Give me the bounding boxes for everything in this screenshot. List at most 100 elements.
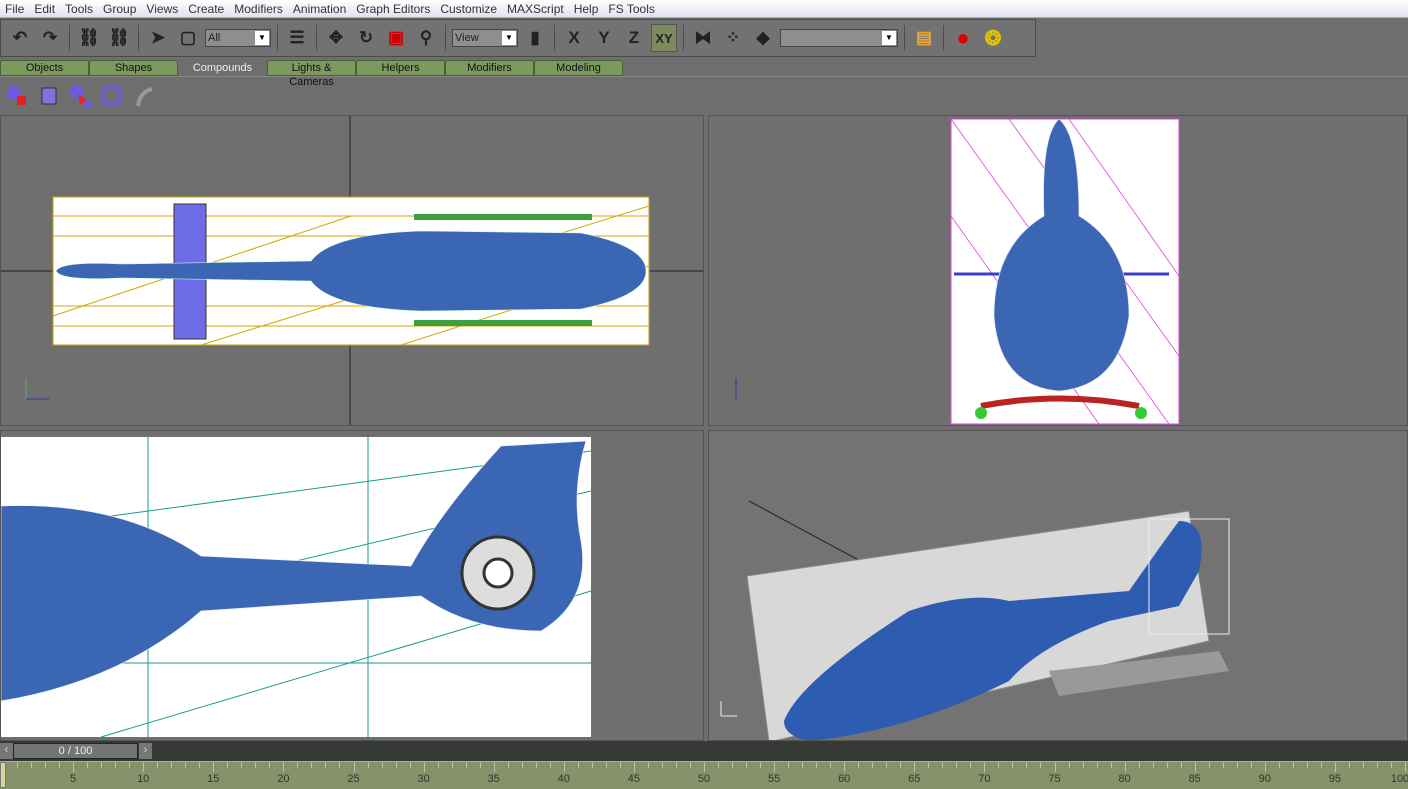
tab-shapes[interactable]: Shapes xyxy=(89,60,178,76)
timeline-tick xyxy=(1334,762,1336,772)
timeline-tick xyxy=(984,762,986,772)
timeline-tick xyxy=(269,762,271,768)
timeline-tick xyxy=(507,762,509,768)
timeline-tick xyxy=(31,762,33,768)
timeline-label: 35 xyxy=(487,773,500,785)
tab-helpers[interactable]: Helpers xyxy=(356,60,445,76)
timeline-tick xyxy=(185,762,187,768)
mirror-button[interactable]: ⧓ xyxy=(690,24,716,52)
restrict-x-button[interactable]: X xyxy=(561,24,587,52)
tab-lights-cameras[interactable]: Lights & Cameras xyxy=(267,60,356,88)
timeline-label: 20 xyxy=(277,773,290,785)
menu-group[interactable]: Group xyxy=(98,2,141,16)
timeline-label: 30 xyxy=(417,773,430,785)
menu-customize[interactable]: Customize xyxy=(435,2,502,16)
tab-objects[interactable]: Objects xyxy=(0,60,89,76)
timeline-tick xyxy=(1236,762,1238,768)
timeline-tick xyxy=(1040,762,1042,768)
timeline-tick xyxy=(886,762,888,768)
timeline-tick xyxy=(1250,762,1252,768)
separator xyxy=(69,25,70,51)
pivot-button[interactable]: ⚲ xyxy=(413,24,439,52)
timeline-tick xyxy=(970,762,972,768)
timeline-label: 65 xyxy=(908,773,921,785)
time-slider[interactable]: 0 / 100 xyxy=(13,743,138,759)
rotate-button[interactable]: ↻ xyxy=(353,24,379,52)
timeline-tick xyxy=(1124,762,1126,772)
select-and-link-button[interactable]: ⛓ xyxy=(76,24,102,52)
select-object-button[interactable]: ➤ xyxy=(145,24,171,52)
timeline-tick xyxy=(549,762,551,768)
viewport-perspective[interactable] xyxy=(708,430,1408,741)
menu-modifiers[interactable]: Modifiers xyxy=(229,2,288,16)
timeline-tick xyxy=(1166,762,1168,768)
timeline-tick xyxy=(1096,762,1098,768)
select-by-name-button[interactable]: ☰ xyxy=(284,24,310,52)
timeline-tick xyxy=(437,762,439,768)
selection-filter-dropdown[interactable]: All ▼ xyxy=(205,29,271,47)
tab-modeling[interactable]: Modeling xyxy=(534,60,623,76)
menu-graph-editors[interactable]: Graph Editors xyxy=(351,2,435,16)
reference-coordinate-dropdown[interactable]: View ▼ xyxy=(452,29,518,47)
unlink-button[interactable]: ⛓ xyxy=(106,24,132,52)
timeline-tick xyxy=(633,762,635,772)
timeline-tick xyxy=(830,762,832,768)
timeline-label: 90 xyxy=(1258,773,1271,785)
chevron-down-icon: ▼ xyxy=(502,31,516,45)
conform-icon[interactable] xyxy=(36,84,62,108)
timeline-tick xyxy=(704,762,705,772)
timeline-tick xyxy=(675,762,677,768)
menu-edit[interactable]: Edit xyxy=(29,2,60,16)
redo-button[interactable]: ↷ xyxy=(37,24,63,52)
move-button[interactable]: ✥ xyxy=(323,24,349,52)
timeline-track[interactable]: 0510152025303540455055606570758085909510… xyxy=(0,761,1408,789)
timeline-tick xyxy=(619,762,621,768)
render-button[interactable]: ● xyxy=(950,24,976,52)
timeline-tick xyxy=(409,762,411,768)
restrict-z-button[interactable]: Z xyxy=(621,24,647,52)
timeline-tick xyxy=(465,762,467,768)
previous-frame-button[interactable]: ‹ xyxy=(0,743,13,759)
loft-icon[interactable] xyxy=(132,84,158,108)
undo-button[interactable]: ↶ xyxy=(7,24,33,52)
named-selection-dropdown[interactable]: ▼ xyxy=(780,29,898,47)
tab-compounds[interactable]: Compounds xyxy=(178,60,267,76)
menu-animation[interactable]: Animation xyxy=(288,2,351,16)
timeline-tick xyxy=(535,762,537,768)
menu-help[interactable]: Help xyxy=(569,2,604,16)
menu-views[interactable]: Views xyxy=(141,2,183,16)
tab-modifiers[interactable]: Modifiers xyxy=(445,60,534,76)
snaps-button[interactable]: ◆ xyxy=(750,24,776,52)
layer-manager-button[interactable]: ▤ xyxy=(911,24,937,52)
timeline-tick xyxy=(1054,762,1056,772)
viewport-front[interactable] xyxy=(708,115,1408,426)
timeline-tick xyxy=(255,762,257,768)
menu-fs-tools[interactable]: FS Tools xyxy=(603,2,659,16)
use-pivot-center-button[interactable]: ▮ xyxy=(522,24,548,52)
rectangular-selection-button[interactable]: ▢ xyxy=(175,24,201,52)
connect-icon[interactable] xyxy=(68,84,94,108)
blobmesh-icon[interactable] xyxy=(100,84,126,108)
restrict-y-button[interactable]: Y xyxy=(591,24,617,52)
material-editor-button[interactable]: ❂ xyxy=(980,24,1006,52)
menu-tools[interactable]: Tools xyxy=(60,2,98,16)
timeline-tick xyxy=(45,762,47,768)
timeline-tick xyxy=(1138,762,1140,768)
separator xyxy=(683,25,684,51)
scale-button[interactable]: ▣ xyxy=(383,24,409,52)
timeline-tick xyxy=(844,762,846,772)
menu-maxscript[interactable]: MAXScript xyxy=(502,2,569,16)
main-toolbar: ↶ ↷ ⛓ ⛓ ➤ ▢ All ▼ ☰ ✥ ↻ ▣ ⚲ View ▼ ▮ X Y Z… xyxy=(0,19,1036,57)
array-button[interactable]: ⁘ xyxy=(720,24,746,52)
menu-create[interactable]: Create xyxy=(183,2,229,16)
next-frame-button[interactable]: › xyxy=(139,743,152,759)
restrict-xy-button[interactable]: XY xyxy=(651,24,677,52)
viewport-top[interactable] xyxy=(0,115,704,426)
viewport-left[interactable] xyxy=(0,430,704,741)
separator xyxy=(138,25,139,51)
timeline-tick xyxy=(802,762,804,768)
scatter-icon[interactable] xyxy=(4,84,30,108)
timeline-tick xyxy=(213,762,215,772)
time-marker[interactable] xyxy=(0,762,6,788)
menu-file[interactable]: File xyxy=(0,2,29,16)
